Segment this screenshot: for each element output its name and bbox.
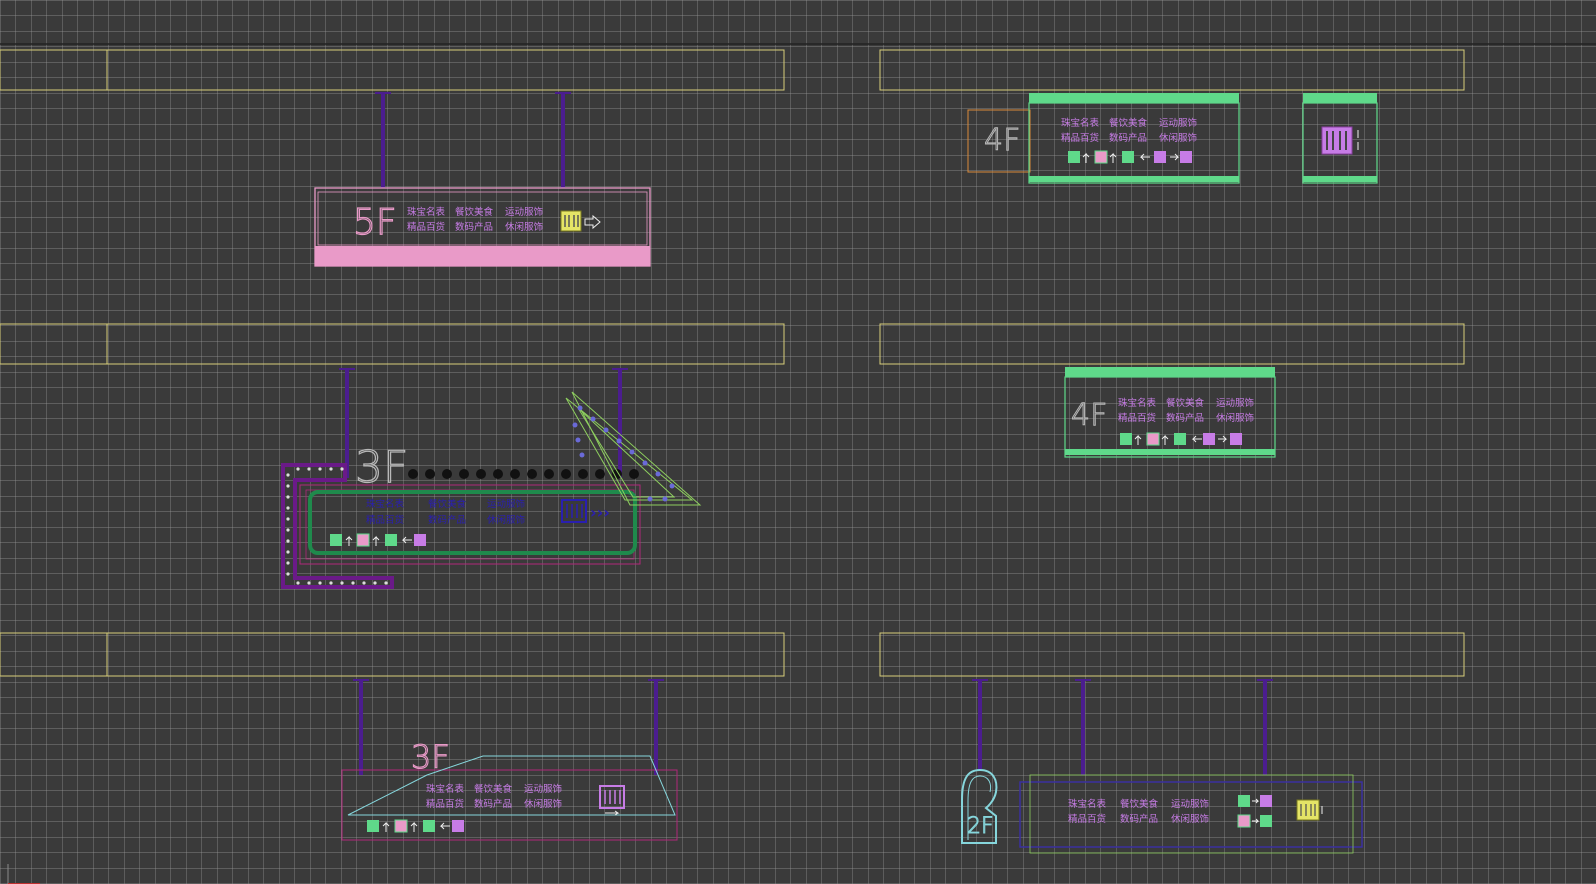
sign-3f-arrow-cat-3: 运动服饰 <box>487 498 525 510</box>
escalator-icon <box>1230 433 1242 445</box>
shopping-icon <box>1122 151 1134 163</box>
sign-5f-cat-1: 珠宝名表 <box>407 206 446 218</box>
escalator-icon <box>330 534 342 546</box>
sign-2f-cat-5: 数码产品 <box>1120 813 1158 825</box>
sign-3f-arrow-cat-4: 精品百货 <box>366 514 404 526</box>
escalator-icon <box>1238 795 1250 807</box>
restroom-icon <box>1260 795 1272 807</box>
sign-3f-bottom-floor-label: 3F <box>411 738 450 776</box>
sign-4f-mid-cat-2: 餐饮美食 <box>1166 397 1205 409</box>
sign-2f-cat-1: 珠宝名表 <box>1068 798 1107 810</box>
escalator-icon <box>367 820 379 832</box>
restaurant-icon <box>1237 814 1251 828</box>
sign-3f-bottom-cat-4: 精品百货 <box>426 798 464 810</box>
restaurant-icon <box>1146 432 1160 446</box>
escalator-icon <box>1180 151 1192 163</box>
shopping-icon <box>423 820 435 832</box>
shopping-icon <box>1174 433 1186 445</box>
escalator-icon <box>1120 433 1132 445</box>
sign-2f-floor-label: 2F <box>967 814 994 839</box>
sign-5f-cat-5: 数码产品 <box>455 221 493 233</box>
sign-5f-cat-6: 休闲服饰 <box>505 221 543 233</box>
sign-5f-cat-3: 运动服饰 <box>505 206 543 218</box>
sign-5f-base <box>315 246 650 266</box>
sign-4f-top-cat-1: 珠宝名表 <box>1061 117 1100 129</box>
restroom-icon <box>1321 126 1353 155</box>
restroom-icon <box>561 499 587 523</box>
sign-3f-arrow-cat-6: 休闲服饰 <box>487 514 525 526</box>
chevrons-right-icon: ››› <box>590 503 610 522</box>
sign-4f-mid-cat-5: 数码产品 <box>1166 412 1204 424</box>
sign-3f-bottom-cat-5: 数码产品 <box>474 798 512 810</box>
restroom-icon <box>1203 433 1215 445</box>
sign-4f-top-cat-2: 餐饮美食 <box>1109 117 1148 129</box>
sign-4f-mid-floor-label: 4F <box>1071 398 1107 433</box>
sign-3f-bottom-cat-3: 运动服饰 <box>524 783 562 795</box>
sign-5f-floor-label: 5F <box>353 202 397 243</box>
sign-4f-mid-cat-3: 运动服饰 <box>1216 397 1254 409</box>
sign-4f-top-floor-label: 4F <box>984 123 1020 158</box>
sign-4f-mid-cat-6: 休闲服饰 <box>1216 412 1254 424</box>
sign-3f-bottom-cat-2: 餐饮美食 <box>474 783 513 795</box>
sign-4f-top-cat-3: 运动服饰 <box>1159 117 1197 129</box>
restaurant-icon <box>1094 150 1108 164</box>
sign-3f-bottom-cat-6: 休闲服饰 <box>524 798 562 810</box>
sign-2f-cat-6: 休闲服饰 <box>1171 813 1209 825</box>
shopping-icon <box>385 534 397 546</box>
restaurant-icon <box>394 819 408 833</box>
sign-3f-arrow-cat-1: 珠宝名表 <box>366 498 405 510</box>
sign-3f-bottom-cat-1: 珠宝名表 <box>426 783 465 795</box>
sign-4f-top-cat-5: 数码产品 <box>1109 132 1147 144</box>
restroom-icon <box>560 210 582 232</box>
sign-4f-mid-cat-4: 精品百货 <box>1118 412 1156 424</box>
sign-5f-cat-4: 精品百货 <box>407 221 445 233</box>
restaurant-icon <box>356 533 370 547</box>
sign-4f-mid-cat-1: 珠宝名表 <box>1118 397 1157 409</box>
sign-2f-cat-3: 运动服饰 <box>1171 798 1209 810</box>
sign-2f-cat-2: 餐饮美食 <box>1120 798 1159 810</box>
escalator-icon <box>1068 151 1080 163</box>
restroom-icon <box>1154 151 1166 163</box>
restroom-icon <box>414 534 426 546</box>
grid-lines <box>0 0 1596 884</box>
sign-2f-cat-4: 精品百货 <box>1068 813 1106 825</box>
restroom-icon <box>1296 799 1320 821</box>
restroom-icon <box>452 820 464 832</box>
escalator-icon <box>1260 815 1272 827</box>
sign-4f-top-cat-4: 精品百货 <box>1061 132 1099 144</box>
sign-3f-arrow-cat-2: 餐饮美食 <box>428 498 467 510</box>
cad-drawing-canvas[interactable]: 5F 珠宝名表 餐饮美食 运动服饰 精品百货 数码产品 休闲服饰 4F 珠宝名表… <box>0 0 1596 884</box>
sign-5f-cat-2: 餐饮美食 <box>455 206 494 218</box>
sign-4f-top-cat-6: 休闲服饰 <box>1159 132 1197 144</box>
sign-3f-arrow-cat-5: 数码产品 <box>428 514 466 526</box>
